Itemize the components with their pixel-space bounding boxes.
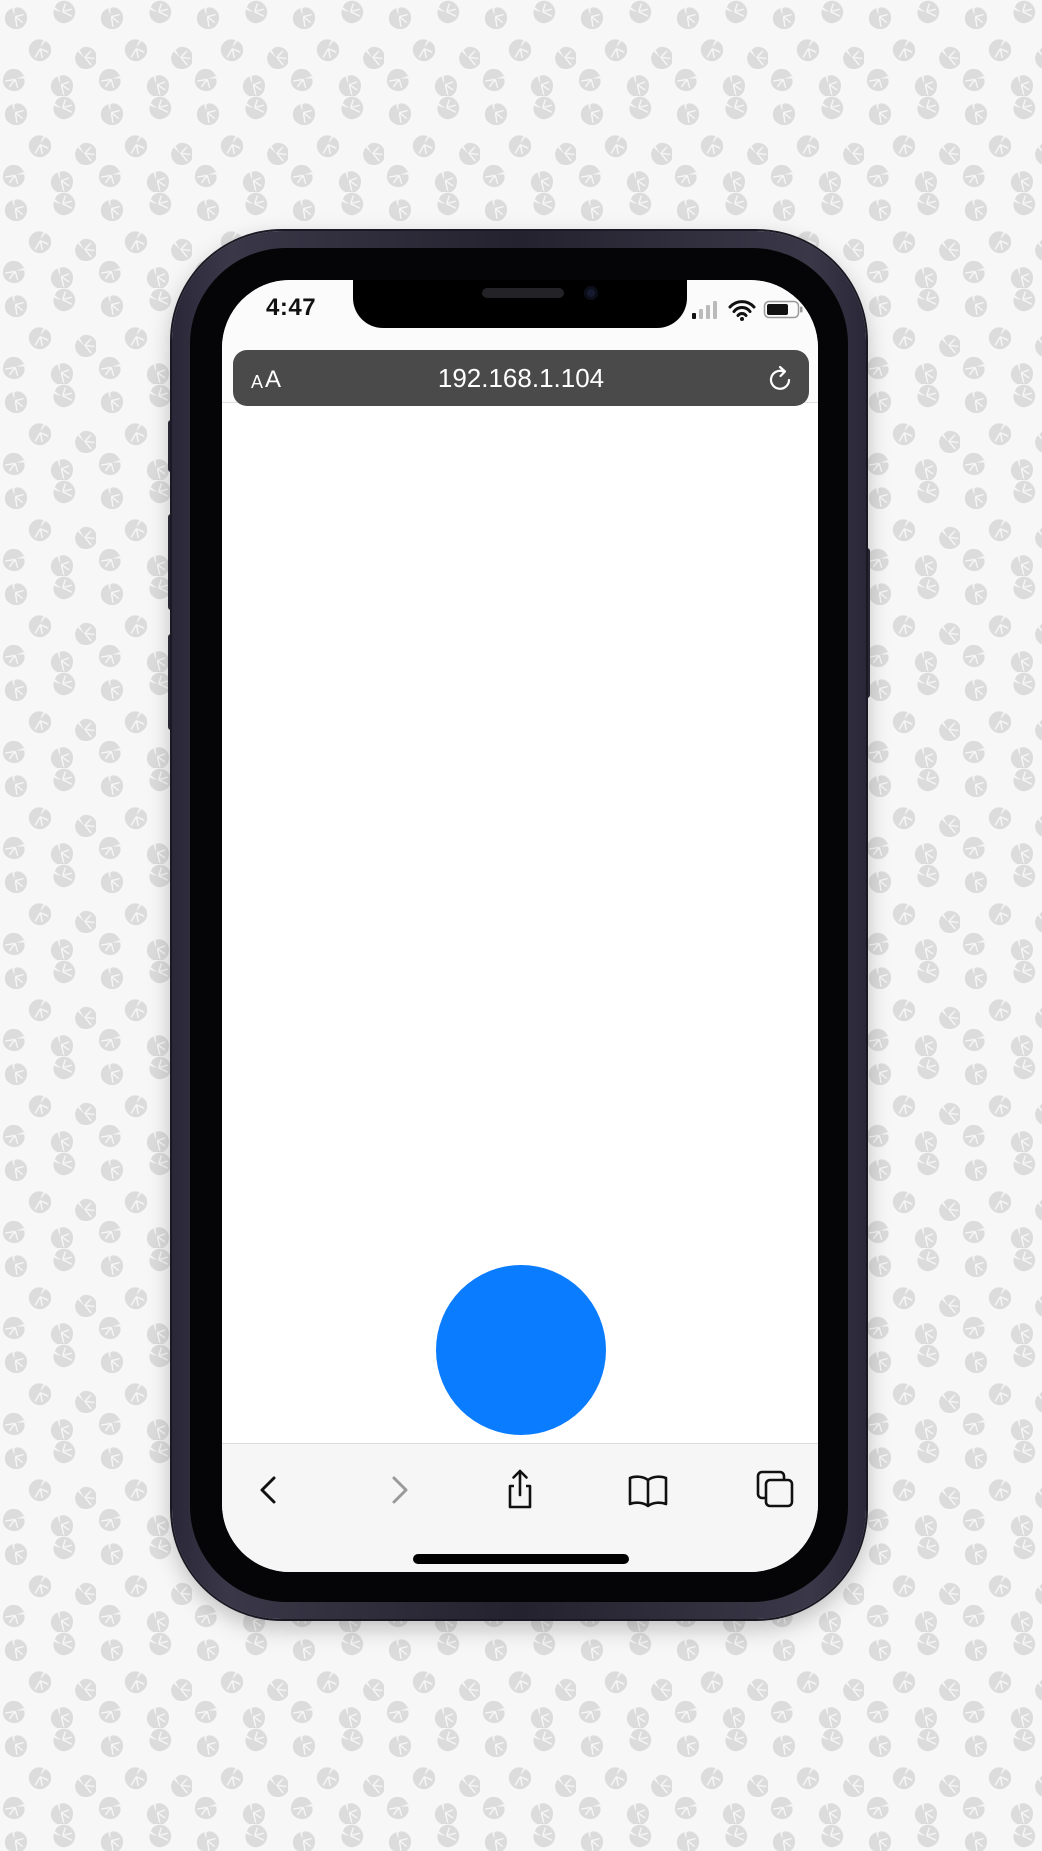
phone-screen: 4:47 A A 192.168.1.104 xyxy=(222,280,818,1572)
forward-button[interactable] xyxy=(372,1464,424,1516)
notch xyxy=(353,280,687,328)
web-content xyxy=(222,423,818,1443)
cellular-signal-icon xyxy=(692,301,717,319)
home-indicator[interactable] xyxy=(413,1554,629,1564)
browser-toolbar xyxy=(222,1443,818,1572)
tabs-icon xyxy=(756,1470,794,1508)
front-camera xyxy=(584,286,598,300)
back-button[interactable] xyxy=(244,1464,296,1516)
address-bar-area: A A 192.168.1.104 xyxy=(222,340,818,406)
status-time: 4:47 xyxy=(266,294,317,321)
reload-icon[interactable] xyxy=(767,365,795,393)
address-bar[interactable]: A A 192.168.1.104 xyxy=(233,350,809,406)
battery-icon xyxy=(763,300,803,319)
url-text[interactable]: 192.168.1.104 xyxy=(233,363,809,394)
chevron-left-icon xyxy=(260,1476,276,1504)
book-icon xyxy=(628,1475,668,1508)
bookmarks-button[interactable] xyxy=(622,1464,674,1516)
status-icons xyxy=(692,300,803,321)
chevron-right-icon xyxy=(392,1476,408,1504)
blue-circle[interactable] xyxy=(436,1265,606,1435)
status-bar: 4:47 xyxy=(222,280,818,340)
wifi-icon xyxy=(728,300,756,321)
tabs-button[interactable] xyxy=(750,1464,802,1516)
share-button[interactable] xyxy=(494,1464,546,1516)
speaker-grille xyxy=(482,288,564,298)
share-icon xyxy=(508,1469,532,1509)
